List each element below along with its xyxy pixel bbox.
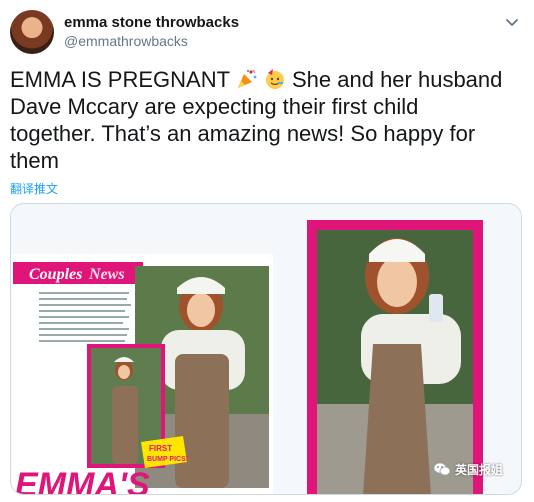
magazine-headline: EMMA'S: [15, 466, 150, 495]
magazine-photo: Couples News FIRST BUMP PICS! EMMA'S: [11, 204, 521, 495]
section-banner-word1: Couples: [29, 266, 82, 283]
party-popper-icon: [237, 69, 257, 88]
tweet-text: EMMA IS PREGNANT She and her husband Dav…: [10, 66, 510, 174]
tweet-card: emma stone throwbacks @emmathrowbacks EM…: [0, 0, 534, 502]
translate-tweet-link[interactable]: 翻译推文: [10, 180, 58, 197]
badge-line1: FIRST: [149, 444, 172, 453]
chevron-down-icon[interactable]: [502, 12, 522, 32]
badge-line2: BUMP PICS!: [147, 456, 188, 463]
tweet-text-part1: EMMA IS PREGNANT: [10, 67, 236, 92]
author-handle[interactable]: @emmathrowbacks: [64, 33, 188, 49]
tweet-media-image[interactable]: Couples News FIRST BUMP PICS! EMMA'S 英国报…: [10, 203, 522, 495]
wechat-icon: [433, 462, 451, 476]
author-avatar[interactable]: [10, 10, 54, 54]
watermark: 英国报姐: [433, 460, 503, 478]
author-name[interactable]: emma stone throwbacks: [64, 14, 239, 31]
section-banner-word2: News: [88, 266, 125, 283]
partying-face-icon: [265, 69, 284, 89]
watermark-text: 英国报姐: [454, 462, 503, 477]
